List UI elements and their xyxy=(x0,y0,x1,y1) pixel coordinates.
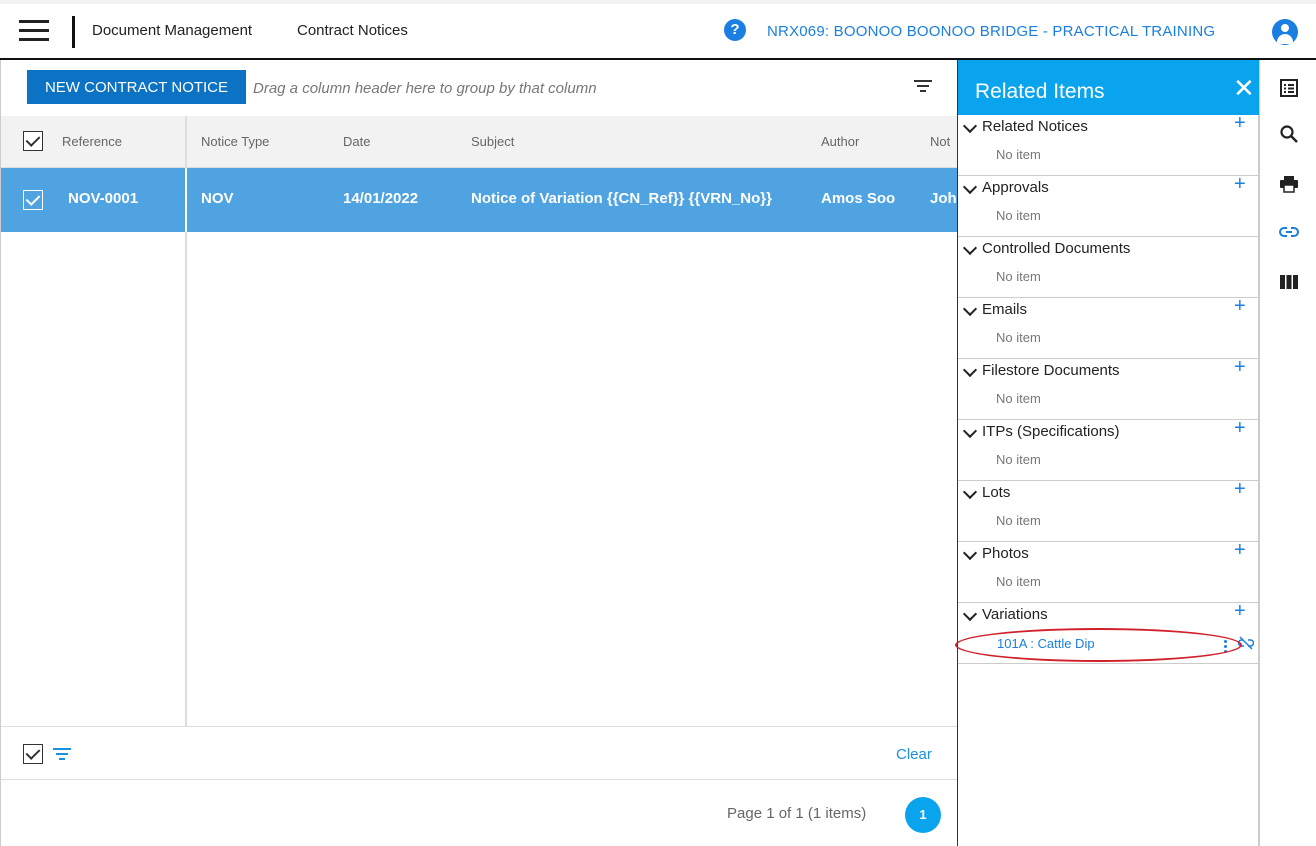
cell-date: 14/01/2022 xyxy=(343,190,419,207)
section-title[interactable]: Photos xyxy=(982,545,1029,562)
section-approvals: Approvals + No item xyxy=(958,173,1259,237)
cell-notified-to: Joh xyxy=(930,190,957,207)
related-items-title: Related Items xyxy=(975,80,1105,103)
divider xyxy=(72,16,75,48)
chevron-down-icon[interactable] xyxy=(962,423,978,439)
print-icon[interactable] xyxy=(1279,174,1299,194)
search-icon[interactable] xyxy=(1279,124,1299,144)
columns-icon[interactable] xyxy=(1279,272,1299,292)
chevron-down-icon[interactable] xyxy=(962,362,978,378)
chevron-down-icon[interactable] xyxy=(962,606,978,622)
section-title[interactable]: Variations xyxy=(982,606,1048,623)
breadcrumb-contract-notices: Contract Notices xyxy=(297,22,408,39)
section-controlled-documents: Controlled Documents No item xyxy=(958,237,1259,298)
chevron-down-icon[interactable] xyxy=(962,545,978,561)
group-by-hint: Drag a column header here to group by th… xyxy=(253,80,597,97)
section-title[interactable]: Related Notices xyxy=(982,118,1088,135)
section-related-notices: Related Notices + No item xyxy=(958,112,1259,176)
grid-header: Reference Notice Type Date Subject Autho… xyxy=(1,116,958,168)
grid-toolbar: NEW CONTRACT NOTICE Drag a column header… xyxy=(1,60,958,116)
cell-notice-type: NOV xyxy=(201,190,234,207)
pager-summary: Page 1 of 1 (1 items) xyxy=(727,805,867,822)
section-variations: Variations + 101A : Cattle Dip xyxy=(955,600,1259,664)
cell-reference: NOV-0001 xyxy=(68,190,139,207)
chevron-down-icon[interactable] xyxy=(962,484,978,500)
page-button-1[interactable]: 1 xyxy=(905,797,941,833)
add-icon[interactable]: + xyxy=(1234,417,1246,440)
more-options-icon[interactable] xyxy=(1224,640,1228,654)
section-title[interactable]: Lots xyxy=(982,484,1010,501)
table-row[interactable]: NOV-0001 NOV 14/01/2022 Notice of Variat… xyxy=(1,168,958,232)
add-icon[interactable]: + xyxy=(1234,539,1246,562)
section-title[interactable]: Approvals xyxy=(982,179,1049,196)
chevron-down-icon[interactable] xyxy=(962,301,978,317)
column-header-reference[interactable]: Reference xyxy=(62,134,122,149)
section-title[interactable]: Filestore Documents xyxy=(982,362,1120,379)
filter-builder-icon[interactable] xyxy=(53,748,71,762)
add-icon[interactable]: + xyxy=(1234,600,1246,623)
column-header-date[interactable]: Date xyxy=(343,134,370,149)
empty-message: No item xyxy=(996,269,1041,284)
add-icon[interactable]: + xyxy=(1234,295,1246,318)
clear-filter-link[interactable]: Clear xyxy=(896,746,932,763)
section-emails: Emails + No item xyxy=(958,295,1259,359)
section-title[interactable]: Emails xyxy=(982,301,1027,318)
project-name[interactable]: NRX069: BOONOO BOONOO BRIDGE - PRACTICAL… xyxy=(767,23,1215,40)
top-bar: Document Management Contract Notices ? N… xyxy=(0,0,1316,60)
empty-message: No item xyxy=(996,330,1041,345)
chevron-down-icon[interactable] xyxy=(962,240,978,256)
select-all-checkbox[interactable] xyxy=(23,131,43,151)
chevron-down-icon[interactable] xyxy=(962,118,978,134)
add-icon[interactable]: + xyxy=(1234,478,1246,501)
list-icon[interactable] xyxy=(1279,78,1299,98)
close-icon[interactable]: ✕ xyxy=(1233,75,1255,101)
section-itps: ITPs (Specifications) + No item xyxy=(958,417,1259,481)
add-icon[interactable]: + xyxy=(1234,112,1246,135)
row-checkbox[interactable] xyxy=(23,190,43,210)
related-items-panel: Related Items ✕ Related Notices + No ite… xyxy=(955,60,1259,846)
contract-notices-grid: NEW CONTRACT NOTICE Drag a column header… xyxy=(0,60,958,846)
filter-enabled-checkbox[interactable] xyxy=(23,744,43,764)
new-contract-notice-button[interactable]: NEW CONTRACT NOTICE xyxy=(27,70,246,104)
cell-subject: Notice of Variation {{CN_Ref}} {{VRN_No}… xyxy=(471,190,772,207)
breadcrumb-document-management[interactable]: Document Management xyxy=(92,22,252,39)
column-header-notice-type[interactable]: Notice Type xyxy=(201,134,269,149)
empty-message: No item xyxy=(996,208,1041,223)
link-icon[interactable] xyxy=(1279,222,1299,242)
unlink-icon[interactable] xyxy=(1238,636,1254,650)
hamburger-icon[interactable] xyxy=(19,20,49,42)
empty-message: No item xyxy=(996,391,1041,406)
section-title[interactable]: ITPs (Specifications) xyxy=(982,423,1120,440)
user-icon[interactable] xyxy=(1272,19,1298,45)
variation-link[interactable]: 101A : Cattle Dip xyxy=(997,636,1095,651)
column-header-subject[interactable]: Subject xyxy=(471,134,514,149)
filter-icon[interactable] xyxy=(914,80,932,94)
empty-message: No item xyxy=(996,452,1041,467)
empty-message: No item xyxy=(996,147,1041,162)
add-icon[interactable]: + xyxy=(1234,173,1246,196)
filter-footer: Clear xyxy=(1,726,958,780)
section-lots: Lots + No item xyxy=(958,478,1259,542)
empty-message: No item xyxy=(996,513,1041,528)
add-icon[interactable]: + xyxy=(1234,356,1246,379)
help-icon[interactable]: ? xyxy=(724,19,746,41)
chevron-down-icon[interactable] xyxy=(962,179,978,195)
right-toolbar xyxy=(1259,60,1316,846)
section-filestore-documents: Filestore Documents + No item xyxy=(958,356,1259,420)
cell-author: Amos Soo xyxy=(821,190,896,207)
section-title[interactable]: Controlled Documents xyxy=(982,240,1130,257)
related-items-header: Related Items ✕ xyxy=(958,60,1259,115)
column-header-notified-to[interactable]: Not xyxy=(930,134,958,149)
row-separator xyxy=(185,168,187,232)
column-header-author[interactable]: Author xyxy=(821,134,859,149)
empty-message: No item xyxy=(996,574,1041,589)
section-photos: Photos + No item xyxy=(958,539,1259,603)
